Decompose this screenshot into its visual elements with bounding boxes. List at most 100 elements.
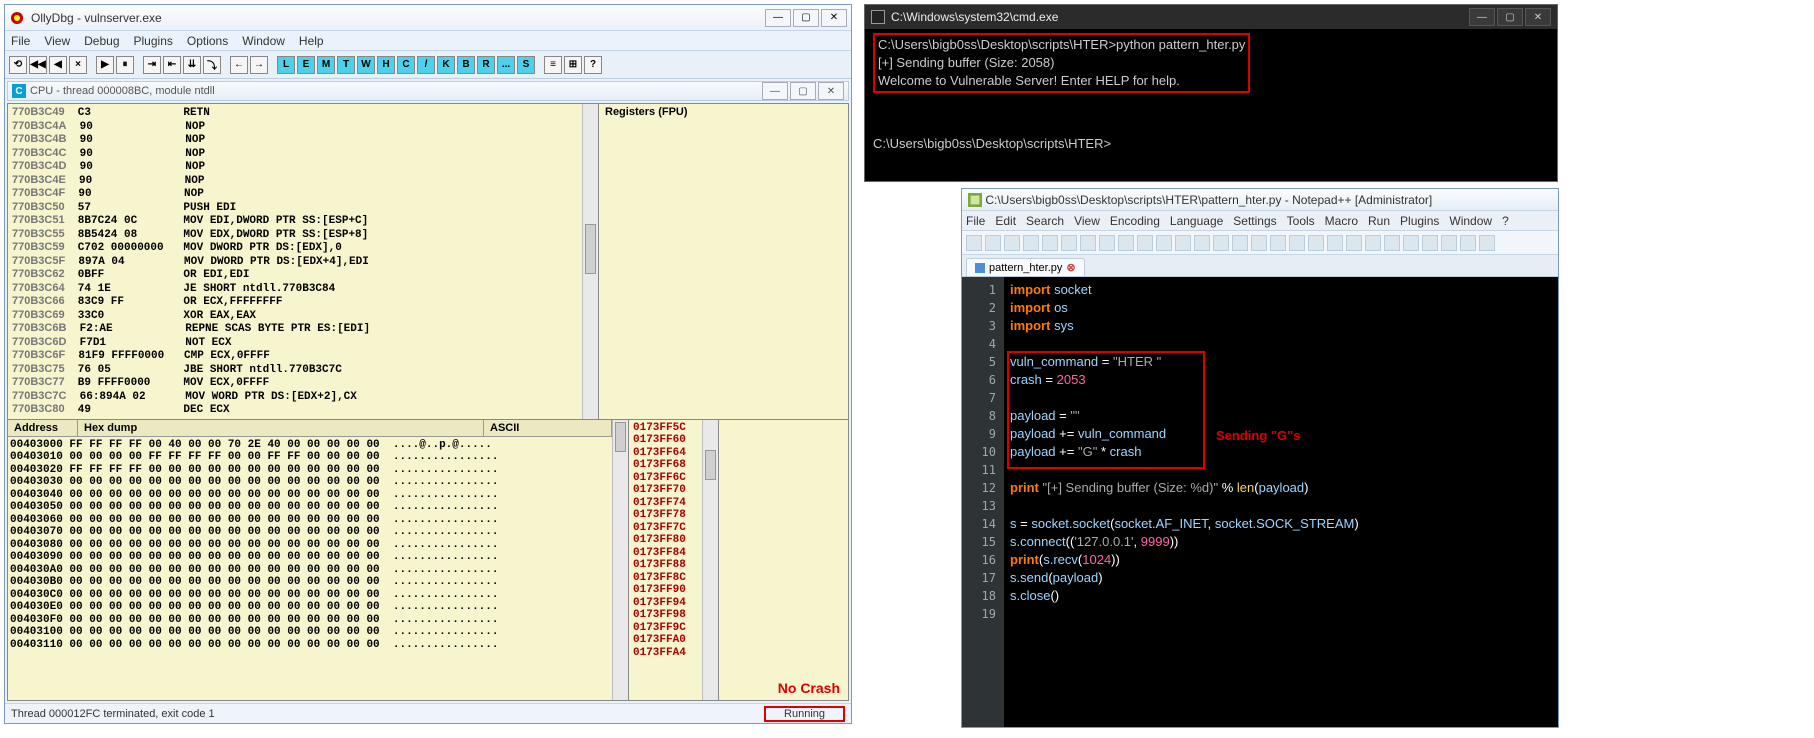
cpu-minimize-button[interactable]: — [762,82,788,100]
menu-view[interactable]: View [44,34,70,48]
npp-toolbtn-3[interactable] [1023,235,1039,251]
toolbar-btn-6[interactable]: ⏸ [116,56,134,74]
close-button[interactable]: ✕ [821,9,847,27]
toolbar-btn-16[interactable]: L [277,56,295,74]
toolbar-btn-30[interactable]: ≡ [544,56,562,74]
toolbar-btn-22[interactable]: C [397,56,415,74]
toolbar-btn-26[interactable]: R [477,56,495,74]
menu-window[interactable]: Window [242,34,285,48]
code-area[interactable]: import socket import os import sys vuln_… [1004,277,1558,727]
npp-menu-language[interactable]: Language [1170,214,1223,228]
npp-toolbtn-22[interactable] [1384,235,1400,251]
toolbar-btn-23[interactable]: / [417,56,435,74]
npp-titlebar[interactable]: C:\Users\bigb0ss\Desktop\scripts\HTER\pa… [962,189,1558,211]
stack-panel[interactable]: 0173FF5C 0173FF60 0173FF64 0173FF68 0173… [628,420,702,701]
npp-menu-settings[interactable]: Settings [1233,214,1276,228]
menu-help[interactable]: Help [299,34,324,48]
npp-toolbtn-24[interactable] [1422,235,1438,251]
menu-file[interactable]: File [11,34,30,48]
npp-toolbtn-25[interactable] [1441,235,1457,251]
npp-toolbtn-6[interactable] [1080,235,1096,251]
npp-menu-plugins[interactable]: Plugins [1400,214,1439,228]
toolbar-btn-24[interactable]: K [437,56,455,74]
npp-toolbtn-19[interactable] [1327,235,1343,251]
toolbar-btn-13[interactable]: ← [230,56,248,74]
npp-toolbtn-21[interactable] [1365,235,1381,251]
dump-scrollbar[interactable] [612,420,628,701]
npp-menu-file[interactable]: File [966,214,985,228]
toolbar-btn-5[interactable]: ▶ [96,56,114,74]
cpu-window-titlebar[interactable]: C CPU - thread 000008BC, module ntdll — … [7,81,849,101]
npp-toolbtn-5[interactable] [1061,235,1077,251]
cpu-close-button[interactable]: ✕ [818,82,844,100]
npp-toolbtn-14[interactable] [1232,235,1248,251]
toolbar-btn-25[interactable]: B [457,56,475,74]
toolbar-btn-20[interactable]: W [357,56,375,74]
npp-menu-encoding[interactable]: Encoding [1110,214,1160,228]
npp-toolbtn-18[interactable] [1308,235,1324,251]
toolbar-btn-9[interactable]: ⇤ [163,56,181,74]
npp-menu-window[interactable]: Window [1449,214,1492,228]
npp-menu-edit[interactable]: Edit [995,214,1016,228]
hex-dump-panel[interactable]: Address Hex dump ASCII 00403000 FF FF FF… [8,420,612,701]
npp-toolbtn-0[interactable] [966,235,982,251]
toolbar-btn-0[interactable]: ⟲ [9,56,27,74]
npp-toolbtn-17[interactable] [1289,235,1305,251]
toolbar-btn-18[interactable]: M [317,56,335,74]
tab-close-icon[interactable]: ⊗ [1066,261,1075,274]
tab-pattern-hter[interactable]: pattern_hter.py ⊗ [966,258,1085,276]
npp-toolbtn-15[interactable] [1251,235,1267,251]
menu-debug[interactable]: Debug [84,34,119,48]
toolbar-btn-10[interactable]: ⇊ [183,56,201,74]
npp-toolbtn-2[interactable] [1004,235,1020,251]
cmd-minimize-button[interactable]: — [1469,8,1495,26]
npp-editor[interactable]: 12345678910111213141516171819 import soc… [962,277,1558,727]
cmd-maximize-button[interactable]: ▢ [1497,8,1523,26]
toolbar-btn-21[interactable]: H [377,56,395,74]
menu-plugins[interactable]: Plugins [134,34,173,48]
npp-toolbtn-27[interactable] [1479,235,1495,251]
npp-toolbtn-16[interactable] [1270,235,1286,251]
npp-toolbtn-4[interactable] [1042,235,1058,251]
stack-scrollbar[interactable] [702,420,718,701]
toolbar-btn-11[interactable]: ⤵ [203,56,221,74]
olly-titlebar[interactable]: OllyDbg - vulnserver.exe — ▢ ✕ [5,5,851,31]
npp-menu-view[interactable]: View [1074,214,1100,228]
toolbar-btn-14[interactable]: → [250,56,268,74]
cmd-titlebar[interactable]: C:\Windows\system32\cmd.exe — ▢ ✕ [865,5,1557,29]
npp-menu-help[interactable]: ? [1502,214,1509,228]
disasm-scrollbar[interactable] [582,104,598,419]
toolbar-btn-28[interactable]: S [517,56,535,74]
toolbar-btn-8[interactable]: ⇥ [143,56,161,74]
toolbar-btn-31[interactable]: ⊞ [564,56,582,74]
npp-toolbtn-13[interactable] [1213,235,1229,251]
toolbar-btn-17[interactable]: E [297,56,315,74]
npp-menu-macro[interactable]: Macro [1325,214,1358,228]
toolbar-btn-19[interactable]: T [337,56,355,74]
npp-toolbtn-26[interactable] [1460,235,1476,251]
npp-toolbtn-10[interactable] [1156,235,1172,251]
toolbar-btn-27[interactable]: ... [497,56,515,74]
npp-menu-tools[interactable]: Tools [1287,214,1315,228]
menu-options[interactable]: Options [187,34,228,48]
npp-toolbtn-20[interactable] [1346,235,1362,251]
npp-toolbtn-23[interactable] [1403,235,1419,251]
toolbar-btn-2[interactable]: ◀ [49,56,67,74]
npp-menu-run[interactable]: Run [1368,214,1390,228]
maximize-button[interactable]: ▢ [793,9,819,27]
toolbar-btn-1[interactable]: ◀◀ [29,56,47,74]
cmd-close-button[interactable]: ✕ [1525,8,1551,26]
npp-toolbtn-11[interactable] [1175,235,1191,251]
npp-menu-search[interactable]: Search [1026,214,1064,228]
npp-toolbtn-9[interactable] [1137,235,1153,251]
toolbar-btn-3[interactable]: × [69,56,87,74]
npp-toolbtn-12[interactable] [1194,235,1210,251]
cpu-maximize-button[interactable]: ▢ [790,82,816,100]
disassembly-panel[interactable]: 770B3C49 C3 RETN 770B3C4A 90 NOP 770B3C4… [8,104,582,419]
npp-toolbtn-8[interactable] [1118,235,1134,251]
registers-panel[interactable]: Registers (FPU) [598,104,848,419]
toolbar-btn-32[interactable]: ? [584,56,602,74]
minimize-button[interactable]: — [765,9,791,27]
npp-toolbtn-1[interactable] [985,235,1001,251]
cmd-output[interactable]: C:\Users\bigb0ss\Desktop\scripts\HTER>py… [865,29,1557,181]
